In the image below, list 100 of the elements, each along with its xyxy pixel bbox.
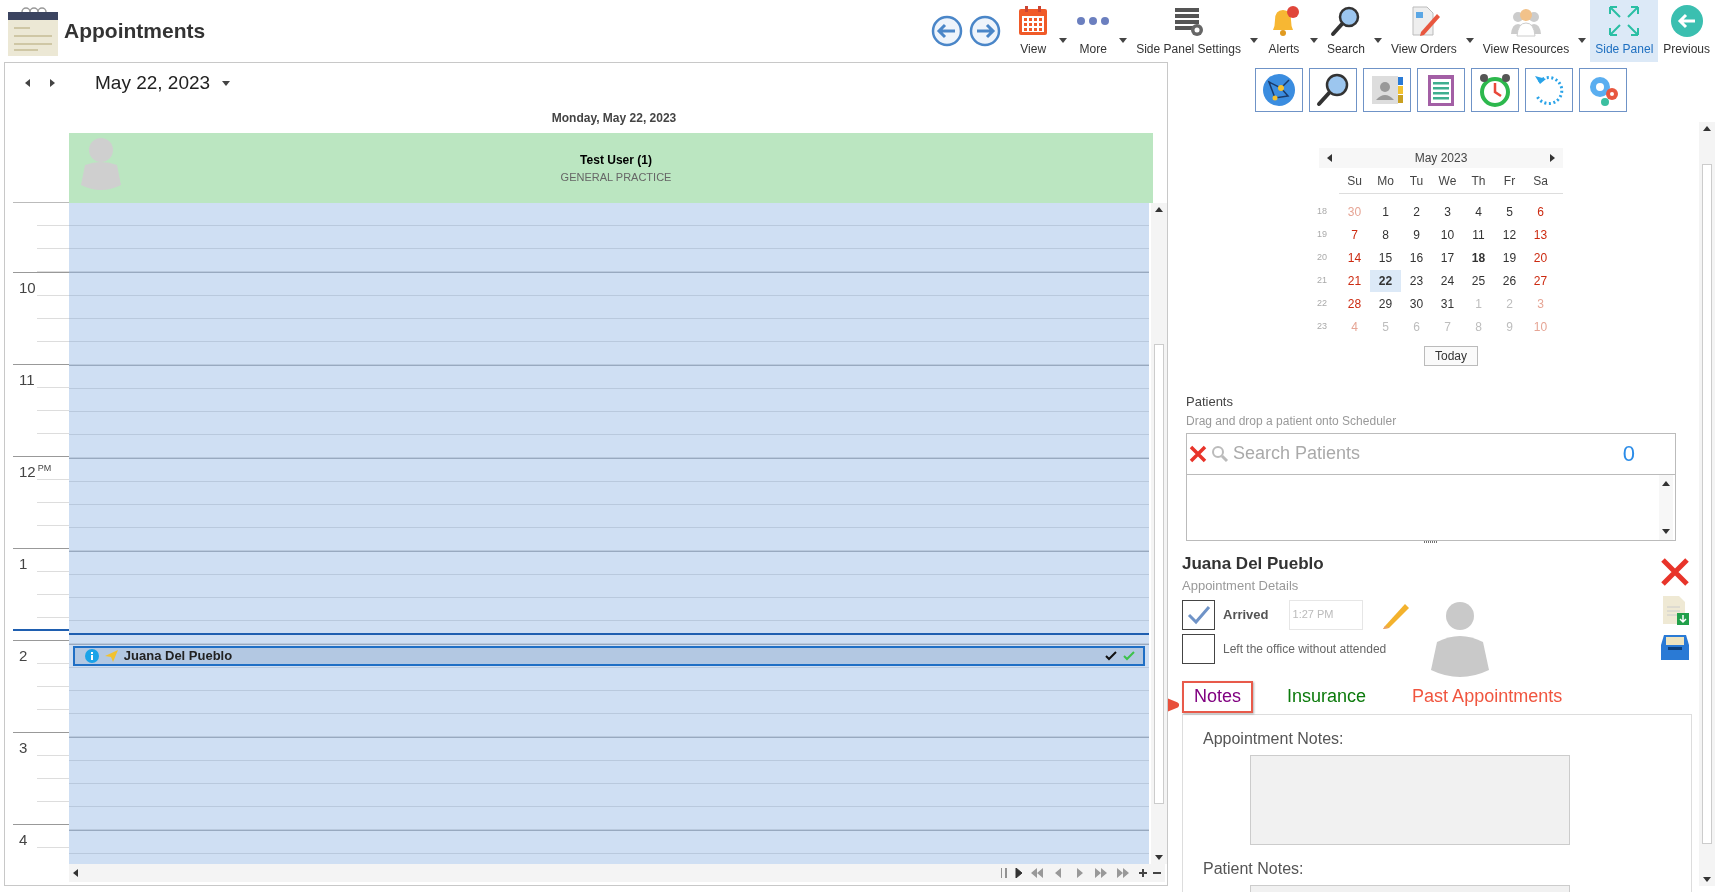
toolbar-button[interactable]: Side Panel Settings <box>1131 0 1246 62</box>
calendar-day[interactable]: 30 <box>1401 292 1432 315</box>
caret-down-icon[interactable] <box>1155 855 1164 860</box>
caret-down-icon[interactable] <box>1662 528 1670 534</box>
calendar-day[interactable]: 5 <box>1494 200 1525 223</box>
hint-text: Drag and drop a patient onto Scheduler <box>1186 412 1398 430</box>
calendar-day[interactable]: 9 <box>1401 223 1432 246</box>
details-subtitle: Appointment Details <box>1182 577 1300 595</box>
window-title: Appointments <box>64 18 206 45</box>
globe-network-icon[interactable] <box>1255 68 1303 112</box>
week-number: 21 <box>1316 273 1328 287</box>
caret-up-icon[interactable] <box>1703 126 1711 131</box>
splitter-handle[interactable] <box>1424 540 1438 544</box>
calendar-day[interactable]: 25 <box>1463 269 1494 292</box>
caret-up-icon[interactable] <box>1662 480 1670 486</box>
calendar-day[interactable]: 4 <box>1463 200 1494 223</box>
checkbox[interactable] <box>1182 599 1215 630</box>
calendar-day[interactable]: 19 <box>1494 246 1525 269</box>
caret-down-icon[interactable] <box>1703 877 1711 882</box>
clipboard-list-icon[interactable] <box>1417 68 1465 112</box>
checkbox-label: Arrived <box>1223 605 1269 624</box>
caret-down-icon[interactable] <box>1465 37 1474 43</box>
toolbar-button[interactable]: More <box>1071 0 1116 62</box>
calendar-day[interactable]: 27 <box>1525 269 1556 292</box>
calendar-day[interactable]: 15 <box>1370 246 1401 269</box>
calendar-day[interactable]: 29 <box>1370 292 1401 315</box>
horizontal-scrollbar[interactable] <box>69 864 1165 882</box>
calendar-day[interactable]: 22 <box>1370 269 1401 292</box>
search-icon[interactable] <box>1309 68 1357 112</box>
paper-plane-icon <box>104 650 118 662</box>
weekday-label: Fr <box>1502 172 1517 190</box>
calendar-day[interactable]: 31 <box>1432 292 1463 315</box>
caret-down-icon[interactable] <box>1578 37 1587 43</box>
gears-icon[interactable] <box>1579 68 1627 112</box>
document-download-icon[interactable] <box>1660 594 1690 625</box>
alarm-clock-icon[interactable] <box>1471 68 1519 112</box>
caret-left-icon[interactable] <box>73 869 78 877</box>
refresh-icon[interactable] <box>1525 68 1573 112</box>
calendar-day[interactable]: 17 <box>1432 246 1463 269</box>
calendar-day[interactable]: 23 <box>1401 269 1432 292</box>
toolbar-button[interactable]: View Resources <box>1477 0 1575 62</box>
toolbar-button[interactable]: View <box>1011 0 1056 62</box>
toolbar-button[interactable]: Search <box>1321 0 1370 62</box>
calendar-day[interactable]: 12 <box>1494 223 1525 246</box>
caret-down-icon[interactable] <box>1309 37 1318 43</box>
inbox-tray-icon[interactable] <box>1660 632 1690 661</box>
close-icon[interactable] <box>1660 556 1690 587</box>
calendar-day[interactable]: 14 <box>1339 246 1370 269</box>
calendar-day[interactable]: 3 <box>1432 200 1463 223</box>
calendar-day[interactable]: 24 <box>1432 269 1463 292</box>
caret-left-icon[interactable] <box>25 79 30 87</box>
vertical-scrollbar[interactable] <box>1151 203 1167 864</box>
date-picker[interactable]: May 22, 2023 <box>95 68 231 98</box>
toolbar-button[interactable]: Previous <box>1658 0 1715 62</box>
close-icon[interactable] <box>1189 444 1207 463</box>
calendar-day[interactable]: 16 <box>1401 246 1432 269</box>
caret-right-icon[interactable] <box>50 79 55 87</box>
caret-down-icon[interactable] <box>222 80 231 86</box>
expand-icon <box>1607 4 1642 38</box>
calendar-day[interactable]: 7 <box>1339 223 1370 246</box>
notes-label: Appointment Notes: <box>1203 728 1345 749</box>
calendar-day[interactable]: 21 <box>1339 269 1370 292</box>
search-box[interactable]: Search Patients 0 <box>1186 432 1676 475</box>
calendar-day[interactable]: 6 <box>1525 200 1556 223</box>
caret-down-icon[interactable] <box>1059 37 1068 43</box>
appointment-block[interactable]: Juana Del Pueblo <box>72 646 1146 666</box>
week-number: 22 <box>1316 296 1328 310</box>
calendar-day[interactable]: 2 <box>1401 200 1432 223</box>
weekday-label: Su <box>1346 172 1363 190</box>
calendar-day[interactable]: 11 <box>1463 223 1494 246</box>
weekday-label: Sa <box>1532 172 1549 190</box>
week-number: 19 <box>1316 227 1328 241</box>
calendar-day[interactable]: 1 <box>1370 200 1401 223</box>
hour-label: 3 <box>19 740 28 755</box>
caret-down-icon[interactable] <box>1119 37 1128 43</box>
caret-left-icon[interactable] <box>1327 154 1332 162</box>
notes-field[interactable] <box>1250 754 1570 845</box>
person-icon <box>1428 601 1491 678</box>
search-field[interactable]: Search Patients <box>1233 440 1619 467</box>
calendar-day[interactable]: 10 <box>1432 223 1463 246</box>
contact-card-icon[interactable] <box>1363 68 1411 112</box>
toolbar-button[interactable]: View Orders <box>1385 0 1462 62</box>
calendar-day[interactable]: 13 <box>1525 223 1556 246</box>
caret-right-icon[interactable] <box>1550 154 1555 162</box>
toolbar-button[interactable]: Alerts <box>1261 0 1306 62</box>
calendar-day[interactable]: 20 <box>1525 246 1556 269</box>
caret-down-icon[interactable] <box>1373 37 1382 43</box>
checkbox[interactable] <box>1182 633 1215 664</box>
caret-up-icon[interactable] <box>1155 207 1164 212</box>
toolbar-button[interactable]: Side Panel <box>1590 0 1659 62</box>
calendar-day[interactable]: 18 <box>1463 246 1494 269</box>
calendar-day[interactable]: 8 <box>1370 223 1401 246</box>
vertical-scrollbar[interactable] <box>1699 122 1715 886</box>
today-button[interactable]: Today <box>1424 346 1478 366</box>
tab[interactable]: Insurance <box>1275 680 1379 713</box>
tab[interactable]: Notes <box>1182 680 1254 713</box>
hour-label: 11 <box>19 372 35 387</box>
calendar-day[interactable]: 28 <box>1339 292 1370 315</box>
caret-down-icon[interactable] <box>1249 37 1258 43</box>
calendar-day[interactable]: 26 <box>1494 269 1525 292</box>
